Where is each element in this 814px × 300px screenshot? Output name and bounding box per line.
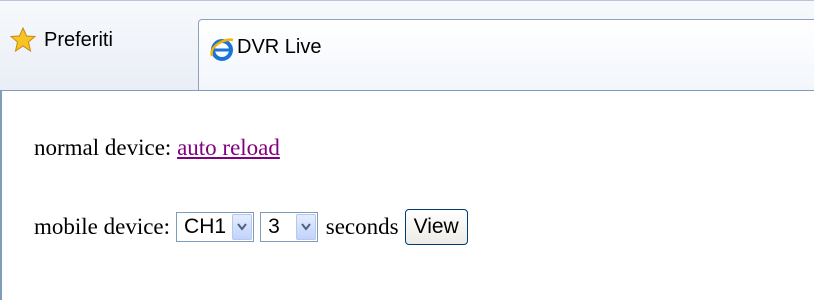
mobile-device-row: mobile device: CH1 3 seconds View	[34, 209, 468, 245]
normal-device-row: normal device: auto reload	[34, 135, 280, 161]
view-button[interactable]: View	[404, 209, 468, 245]
favorites-button[interactable]: Preferiti	[10, 23, 113, 57]
page-content: normal device: auto reload mobile device…	[0, 90, 814, 300]
star-icon	[10, 27, 36, 53]
favorites-label: Preferiti	[44, 28, 113, 51]
seconds-label: seconds	[325, 214, 399, 239]
normal-device-label: normal device:	[34, 135, 178, 160]
mobile-device-label: mobile device:	[34, 214, 171, 239]
channel-value: CH1	[184, 215, 227, 238]
chevron-down-icon[interactable]	[295, 214, 316, 240]
interval-value: 3	[268, 215, 280, 238]
interval-select[interactable]: 3	[260, 212, 318, 242]
tab-title: DVR Live	[237, 36, 322, 58]
browser-window: Preferiti DVR Live normal device: auto r…	[0, 0, 814, 300]
ie-icon	[210, 38, 234, 61]
chevron-down-icon[interactable]	[232, 214, 253, 240]
auto-reload-link[interactable]: auto reload	[177, 135, 280, 160]
tab-dvr-live[interactable]: DVR Live	[198, 19, 814, 91]
favorites-toolbar: Preferiti DVR Live	[0, 0, 814, 91]
channel-select[interactable]: CH1	[176, 212, 255, 242]
